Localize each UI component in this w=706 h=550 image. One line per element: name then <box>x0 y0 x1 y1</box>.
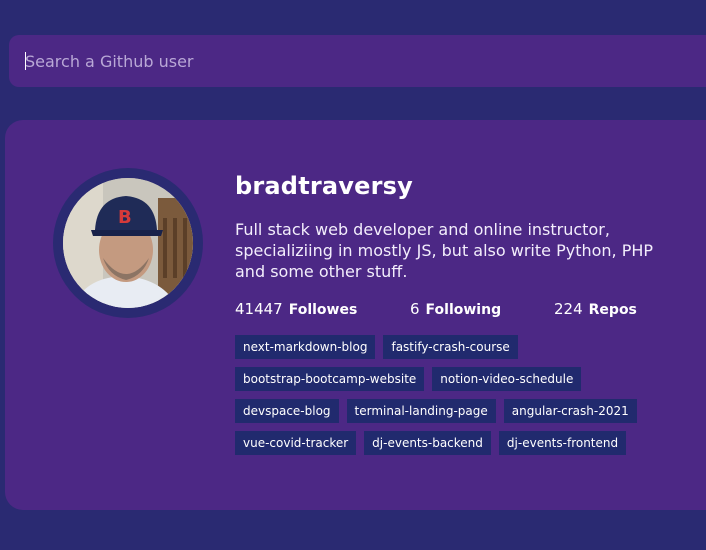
following-count: 6 <box>410 300 420 318</box>
repo-link[interactable]: dj-events-backend <box>364 431 491 455</box>
user-card: B bradtraversy Full stack web developer … <box>5 120 706 510</box>
repos-stat: 224 Repos <box>554 300 637 318</box>
repo-link[interactable]: next-markdown-blog <box>235 335 376 359</box>
followers-stat: 41447 Followes <box>235 300 357 318</box>
user-bio: Full stack web developer and online inst… <box>235 220 654 281</box>
followers-count: 41447 <box>235 300 283 318</box>
repo-row: next-markdown-blog fastify-crash-course <box>235 335 675 359</box>
following-stat: 6 Following <box>410 300 501 318</box>
text-cursor <box>25 52 26 70</box>
avatar-ring: B <box>53 168 203 318</box>
repo-row: vue-covid-tracker dj-events-backend dj-eve… <box>235 431 675 455</box>
repo-link[interactable]: angular-crash-2021 <box>503 399 637 423</box>
user-stats: 41447 Followes 6 Following 224 Repos <box>235 300 645 320</box>
repo-list: next-markdown-blog fastify-crash-course b… <box>235 335 675 463</box>
avatar: B <box>63 178 193 308</box>
repo-link[interactable]: dj-events-frontend <box>498 431 627 455</box>
search-bar[interactable] <box>9 35 706 87</box>
repo-link[interactable]: devspace-blog <box>235 399 339 423</box>
svg-text:B: B <box>118 207 132 228</box>
repo-link[interactable]: notion-video-schedule <box>432 367 582 391</box>
following-label: Following <box>425 302 502 318</box>
repos-count: 224 <box>554 300 583 318</box>
repo-row: bootstrap-bootcamp-website notion-video-s… <box>235 367 675 391</box>
avatar-photo: B <box>63 178 193 308</box>
username: bradtraversy <box>235 172 413 200</box>
repo-link[interactable]: bootstrap-bootcamp-website <box>235 367 425 391</box>
repo-link[interactable]: fastify-crash-course <box>383 335 518 359</box>
repo-row: devspace-blog terminal-landing-page angula… <box>235 399 675 423</box>
repo-link[interactable]: vue-covid-tracker <box>235 431 357 455</box>
search-input[interactable] <box>25 35 685 87</box>
repos-label: Repos <box>588 302 637 318</box>
followers-label: Followes <box>288 302 358 318</box>
repo-link[interactable]: terminal-landing-page <box>346 399 496 423</box>
